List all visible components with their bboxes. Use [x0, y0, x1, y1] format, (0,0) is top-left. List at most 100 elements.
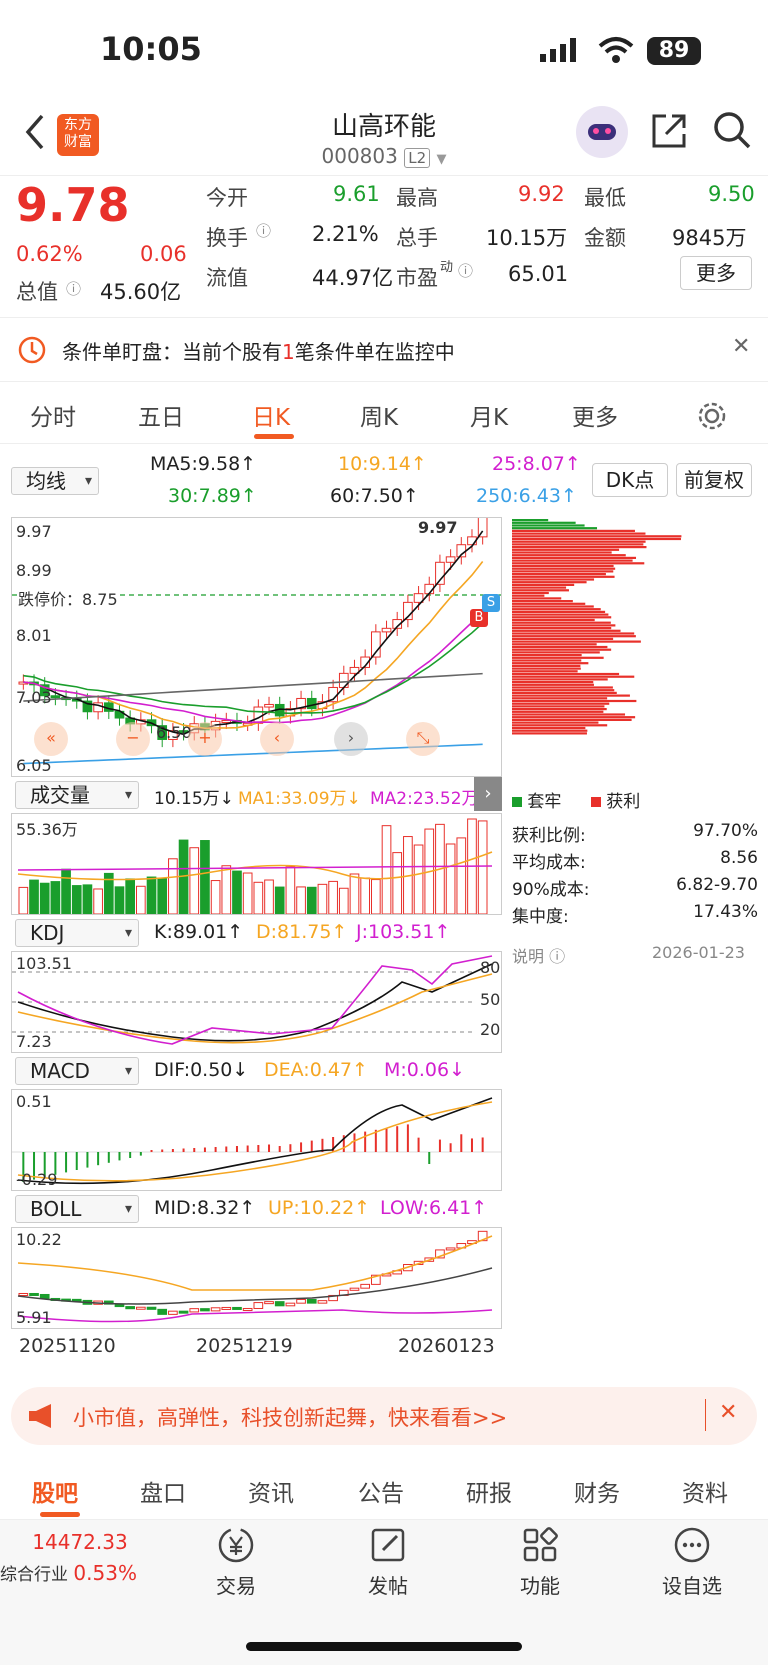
- volume-bar: [392, 852, 403, 915]
- tab-announcements[interactable]: 公告: [358, 1474, 404, 1508]
- close-icon[interactable]: ✕: [719, 1400, 737, 1425]
- post-button[interactable]: 发帖: [338, 1526, 438, 1599]
- chip-bar: [512, 656, 604, 659]
- chip-note-label: 说明: [512, 947, 545, 966]
- chip-note[interactable]: 说明 ⓘ: [512, 943, 565, 967]
- open-label: 今开: [206, 186, 248, 210]
- volume-bar: [445, 843, 456, 915]
- candle: [50, 695, 61, 699]
- prev-icon[interactable]: ‹: [260, 722, 294, 756]
- tab-profile[interactable]: 资料: [682, 1474, 728, 1508]
- more-button[interactable]: 更多: [680, 256, 752, 290]
- zoom-out-icon[interactable]: −: [116, 722, 150, 756]
- chip-bar: [512, 654, 582, 657]
- tab-intraday[interactable]: 分时: [30, 398, 76, 432]
- boll-candle: [18, 1292, 29, 1296]
- yen-icon: [218, 1527, 254, 1563]
- volume-bar: [93, 888, 103, 915]
- indicator-select-macd[interactable]: MACD: [15, 1057, 139, 1085]
- kdj-chart[interactable]: 103.51 7.23 80 50 20: [11, 951, 502, 1053]
- chip-bar: [512, 718, 632, 721]
- tab-monthly-k[interactable]: 月K: [470, 398, 508, 432]
- chip-bar: [512, 578, 595, 581]
- search-icon[interactable]: [712, 110, 752, 152]
- fullscreen-icon[interactable]: ⤡: [406, 722, 440, 756]
- chip-bar: [512, 573, 606, 576]
- tab-news[interactable]: 资讯: [248, 1474, 294, 1508]
- indicator-select-ma[interactable]: 均线: [11, 467, 99, 495]
- kline-ymin: 6.05: [16, 756, 52, 775]
- dk-point-button[interactable]: DK点: [592, 463, 668, 497]
- kdj-svg: [12, 955, 493, 1045]
- post-label: 发帖: [368, 1574, 408, 1598]
- change-pct: 0.62%: [16, 242, 83, 266]
- chip-bar: [512, 575, 615, 578]
- kline-chart[interactable]: 9.97 8.99 8.01 7.03 6.05 跌停价：8.75 9.97 6…: [11, 503, 502, 777]
- volume-bar: [168, 858, 178, 915]
- info-icon[interactable]: ⓘ: [256, 220, 271, 241]
- chip-bar: [512, 721, 599, 724]
- rewind-icon[interactable]: «: [34, 722, 68, 756]
- volume-svg: [17, 818, 493, 915]
- chip-bar: [512, 678, 608, 681]
- functions-button[interactable]: 功能: [490, 1526, 590, 1599]
- tab-orderbook[interactable]: 盘口: [140, 1474, 186, 1508]
- chip-stat-row: 集中度: 17.43%: [512, 902, 758, 929]
- boll-candle: [253, 1302, 264, 1309]
- macd-chart[interactable]: 0.51 -0.29: [11, 1089, 502, 1191]
- tab-weekly-k[interactable]: 周K: [360, 398, 398, 432]
- indicator-select-boll[interactable]: BOLL: [15, 1195, 139, 1223]
- chip-bar: [512, 664, 581, 667]
- pe-value: 65.01: [508, 262, 569, 286]
- close-icon[interactable]: ✕: [732, 334, 750, 359]
- info-icon[interactable]: ⓘ: [458, 260, 473, 281]
- volume-bar: [253, 881, 264, 915]
- volume-chart[interactable]: 55.36万: [11, 813, 502, 915]
- date-label-start: 20251120: [19, 1335, 116, 1357]
- boll-chart[interactable]: 10.22 5.91: [11, 1227, 502, 1329]
- high-mark: 9.97: [418, 518, 458, 537]
- industry-index[interactable]: 14472.33 综合行业 0.53%: [0, 1530, 160, 1585]
- chip-bar: [512, 713, 626, 716]
- tab-more[interactable]: 更多: [572, 398, 618, 432]
- info-icon[interactable]: ⓘ: [66, 278, 81, 299]
- alert-suffix: 笔条件单在监控中: [294, 340, 455, 364]
- tab-finance[interactable]: 财务: [574, 1474, 620, 1508]
- tab-research[interactable]: 研报: [466, 1474, 512, 1508]
- boll-candle: [264, 1301, 274, 1305]
- chip-stat-value: 8.56: [720, 848, 758, 868]
- zoom-in-icon[interactable]: +: [188, 722, 222, 756]
- indicator-select-kdj[interactable]: KDJ: [15, 919, 139, 947]
- robot-avatar[interactable]: [576, 106, 628, 158]
- chip-bar: [512, 643, 597, 646]
- adjust-select[interactable]: 前复权: [676, 463, 752, 497]
- legend-profit: 获利: [606, 792, 641, 812]
- condition-alert-bar[interactable]: 条件单盯盘：当前个股有1笔条件单在监控中 ✕: [0, 320, 768, 382]
- tab-forum[interactable]: 股吧: [32, 1474, 78, 1508]
- boll-mid-line: [17, 1267, 493, 1305]
- tab-five-day[interactable]: 五日: [138, 398, 184, 432]
- grid-icon: [523, 1527, 558, 1562]
- add-watchlist-button[interactable]: 设自选: [642, 1526, 742, 1599]
- volume-bar: [349, 873, 360, 915]
- settings-icon[interactable]: [696, 400, 728, 432]
- volume-bar: [189, 847, 200, 915]
- trade-button[interactable]: 交易: [186, 1526, 286, 1599]
- chip-bar: [512, 691, 617, 694]
- bottom-bar: 14472.33 综合行业 0.53% 交易 发帖 功能 设自选: [0, 1520, 768, 1665]
- share-icon[interactable]: [650, 112, 688, 150]
- volume-value: 10.15万: [486, 226, 568, 250]
- sell-marker[interactable]: S: [482, 594, 500, 612]
- volume-bar: [200, 840, 210, 915]
- boll-candle: [285, 1302, 296, 1307]
- promo-banner[interactable]: 小市值，高弹性，科技创新起舞，快来看看>> ✕: [11, 1387, 757, 1445]
- indicator-select-volume[interactable]: 成交量: [15, 781, 139, 809]
- tab-daily-k[interactable]: 日K: [252, 398, 290, 432]
- expand-arrow-icon[interactable]: ›: [474, 777, 502, 811]
- chip-bar: [512, 651, 600, 654]
- legend-swatch-profit: [590, 797, 601, 807]
- next-icon[interactable]: ›: [334, 722, 368, 756]
- turnover-label: 换手: [206, 226, 248, 250]
- kline-y4: 7.03: [16, 688, 52, 707]
- boll-candle: [146, 1306, 157, 1310]
